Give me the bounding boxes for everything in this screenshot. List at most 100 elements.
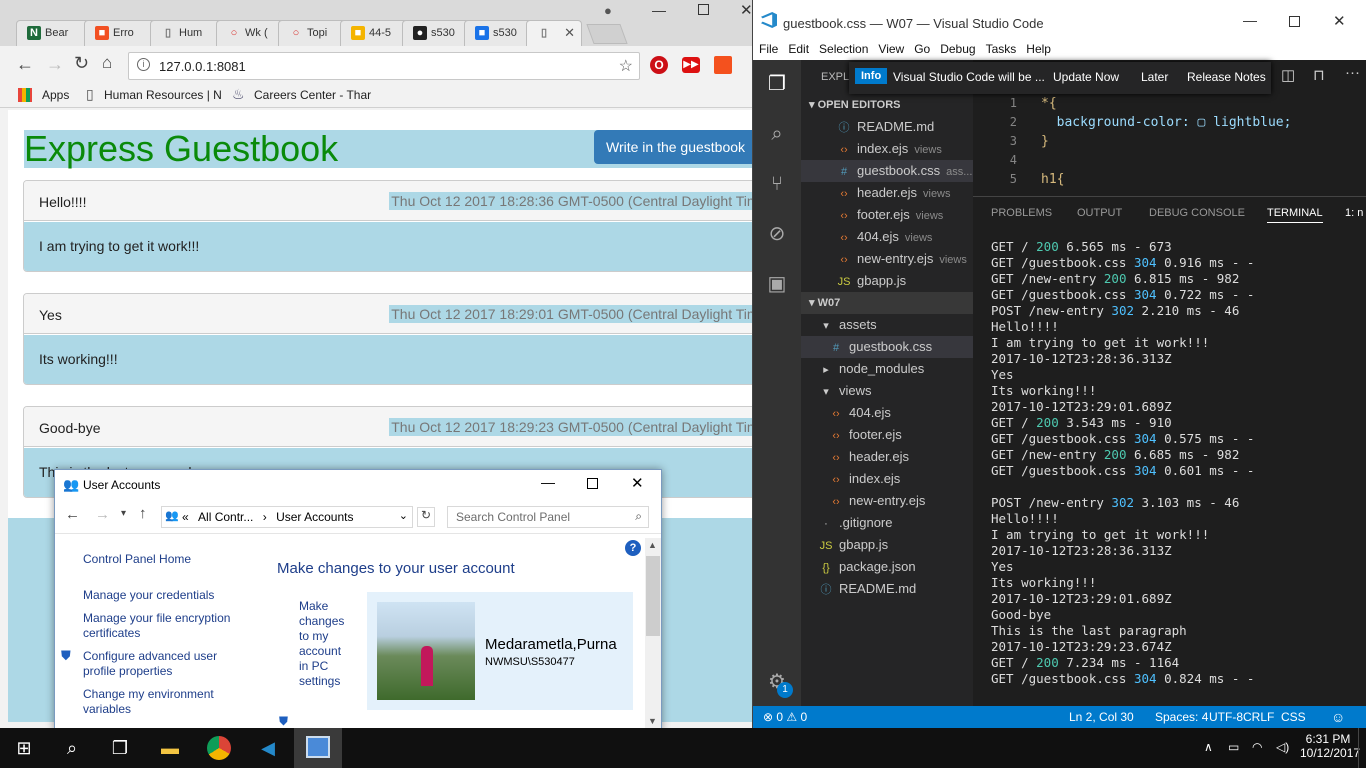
- tree-item[interactable]: ▾ views: [801, 380, 973, 402]
- tree-item[interactable]: ▸ node_modules: [801, 358, 973, 380]
- scroll-down-icon[interactable]: ▼: [648, 716, 657, 726]
- open-editor-item[interactable]: ‹› 404.ejs views: [801, 226, 973, 248]
- terminal-output[interactable]: GET / 200 6.565 ms - 673 GET /guestbook.c…: [991, 239, 1366, 687]
- browser-tab[interactable]: ▯ ✕: [526, 20, 582, 46]
- open-editor-item[interactable]: ‹› footer.ejs views: [801, 204, 973, 226]
- tree-item[interactable]: ‹› new-entry.ejs: [801, 490, 973, 512]
- tree-item[interactable]: # guestbook.css: [801, 336, 973, 358]
- battery-icon[interactable]: ▭: [1228, 740, 1239, 754]
- browser-tab[interactable]: N Bear: [16, 20, 90, 46]
- menu-debug[interactable]: Debug: [940, 42, 975, 56]
- breadcrumb[interactable]: 👥 « All Contr... › User Accounts ⌄: [161, 506, 413, 528]
- advanced-profile-link[interactable]: Configure advanced user profile properti…: [83, 649, 233, 679]
- search-icon[interactable]: ⌕: [765, 122, 789, 146]
- split-editor-icon[interactable]: ◫: [1281, 66, 1295, 84]
- scroll-up-icon[interactable]: ▲: [648, 540, 657, 550]
- maximize-button[interactable]: [1289, 16, 1300, 27]
- menu-tasks[interactable]: Tasks: [986, 42, 1017, 56]
- up-icon[interactable]: ↑: [139, 505, 147, 522]
- vscode-taskbar-icon[interactable]: ◀: [256, 736, 280, 760]
- volume-icon[interactable]: ◁): [1276, 740, 1289, 754]
- breadcrumb-parent[interactable]: All Contr...: [198, 510, 253, 524]
- control-panel-home-link[interactable]: Control Panel Home: [83, 552, 191, 567]
- line-ending[interactable]: CRLF: [1243, 706, 1274, 728]
- terminal-select[interactable]: 1: n: [1345, 207, 1363, 219]
- open-editor-item[interactable]: JS gbapp.js: [801, 270, 973, 292]
- breadcrumb-current[interactable]: User Accounts: [276, 510, 353, 524]
- opera-extension-icon[interactable]: O: [650, 56, 668, 74]
- tab-terminal[interactable]: TERMINAL: [1267, 207, 1323, 223]
- release-notes-button[interactable]: Release Notes: [1187, 70, 1266, 84]
- language-mode[interactable]: CSS: [1281, 706, 1306, 728]
- tree-item[interactable]: ⓘ README.md: [801, 578, 973, 600]
- manage-credentials-link[interactable]: Manage your credentials: [83, 588, 233, 603]
- maximize-button[interactable]: [698, 4, 709, 15]
- back-icon[interactable]: ←: [16, 54, 34, 75]
- info-icon[interactable]: i: [137, 58, 150, 71]
- extension-icon[interactable]: [714, 56, 732, 74]
- address-bar[interactable]: i 127.0.0.1:8081 ☆: [128, 52, 640, 80]
- close-button[interactable]: ✕: [631, 474, 644, 492]
- browser-tab[interactable]: ● s530: [402, 20, 470, 46]
- control-panel-taskbar-item[interactable]: [294, 728, 342, 768]
- tree-item[interactable]: {} package.json: [801, 556, 973, 578]
- breadcrumb-dropdown-icon[interactable]: ⌄: [399, 509, 408, 522]
- open-editors-header[interactable]: ▾ OPEN EDITORS: [809, 94, 901, 116]
- tab-output[interactable]: OUTPUT: [1077, 207, 1122, 219]
- tree-item[interactable]: ‹› footer.ejs: [801, 424, 973, 446]
- menu-file[interactable]: File: [759, 42, 778, 56]
- tree-item[interactable]: ▾ assets: [801, 314, 973, 336]
- search-input[interactable]: Search Control Panel ⌕: [447, 506, 649, 528]
- tree-item[interactable]: JS gbapp.js: [801, 534, 973, 556]
- feedback-smiley-icon[interactable]: ☺: [1331, 706, 1345, 728]
- open-editor-item[interactable]: # guestbook.css ass...: [801, 160, 973, 182]
- open-editor-item[interactable]: ‹› new-entry.ejs views: [801, 248, 973, 270]
- bookmark-star-icon[interactable]: ☆: [619, 56, 633, 76]
- menu-view[interactable]: View: [878, 42, 904, 56]
- source-control-icon[interactable]: ⑂: [765, 172, 789, 196]
- clock[interactable]: 6:31 PM 10/12/2017: [1300, 732, 1360, 760]
- network-icon[interactable]: ◠: [1252, 740, 1262, 754]
- back-icon[interactable]: ←: [65, 506, 80, 523]
- apps-icon[interactable]: [18, 88, 32, 102]
- open-editor-item[interactable]: ‹› index.ejs views: [801, 138, 973, 160]
- problems-indicator[interactable]: ⊗ 0 ⚠ 0: [763, 706, 807, 728]
- extensions-icon[interactable]: ▣: [765, 272, 789, 296]
- open-editor-item[interactable]: ‹› header.ejs views: [801, 182, 973, 204]
- cursor-position[interactable]: Ln 2, Col 30: [1069, 706, 1134, 728]
- bookmark-apps[interactable]: Apps: [42, 88, 69, 102]
- open-editor-item[interactable]: ⓘ README.md: [801, 116, 973, 138]
- update-now-button[interactable]: Update Now: [1053, 70, 1119, 84]
- tab-debug-console[interactable]: DEBUG CONSOLE: [1149, 207, 1245, 219]
- encoding[interactable]: UTF-8: [1209, 706, 1243, 728]
- debug-icon[interactable]: ⊘: [765, 222, 789, 246]
- browser-tab[interactable]: ■ Erro: [84, 20, 156, 46]
- bookmark-careers[interactable]: Careers Center - Thar: [254, 88, 371, 102]
- chrome-icon[interactable]: [207, 736, 231, 760]
- more-actions-icon[interactable]: ···: [1345, 64, 1360, 81]
- close-button[interactable]: ✕: [740, 1, 752, 19]
- code-editor[interactable]: 1 *{2 background-color: ▢ lightblue; 3} 4 5 h…: [973, 90, 1366, 192]
- media-extension-icon[interactable]: ▶▶: [682, 57, 700, 73]
- minimize-button[interactable]: —: [652, 2, 666, 18]
- new-tab-button[interactable]: [586, 24, 628, 44]
- minimize-button[interactable]: —: [541, 474, 555, 490]
- tab-close-icon[interactable]: ✕: [564, 25, 575, 41]
- browser-tab[interactable]: ■ 44-5: [340, 20, 408, 46]
- file-encryption-link[interactable]: Manage your file encryption certificates: [83, 611, 243, 641]
- browser-tab[interactable]: ○ Wk (: [216, 20, 284, 46]
- forward-icon[interactable]: →: [95, 506, 110, 523]
- tree-item[interactable]: · .gitignore: [801, 512, 973, 534]
- menu-edit[interactable]: Edit: [788, 42, 809, 56]
- profile-icon[interactable]: ●: [604, 3, 612, 18]
- later-button[interactable]: Later: [1141, 70, 1168, 84]
- menu-selection[interactable]: Selection: [819, 42, 868, 56]
- browser-tab[interactable]: ▯ Hum: [150, 20, 222, 46]
- file-explorer-icon[interactable]: ▬: [158, 736, 182, 760]
- start-windows-icon[interactable]: ⊞: [12, 736, 36, 760]
- forward-icon[interactable]: →: [46, 54, 64, 75]
- browser-tab[interactable]: ■ s530: [464, 20, 532, 46]
- write-guestbook-button[interactable]: Write in the guestbook: [594, 130, 752, 164]
- task-view-icon[interactable]: ❐: [108, 736, 132, 760]
- refresh-icon[interactable]: ↻: [417, 507, 435, 527]
